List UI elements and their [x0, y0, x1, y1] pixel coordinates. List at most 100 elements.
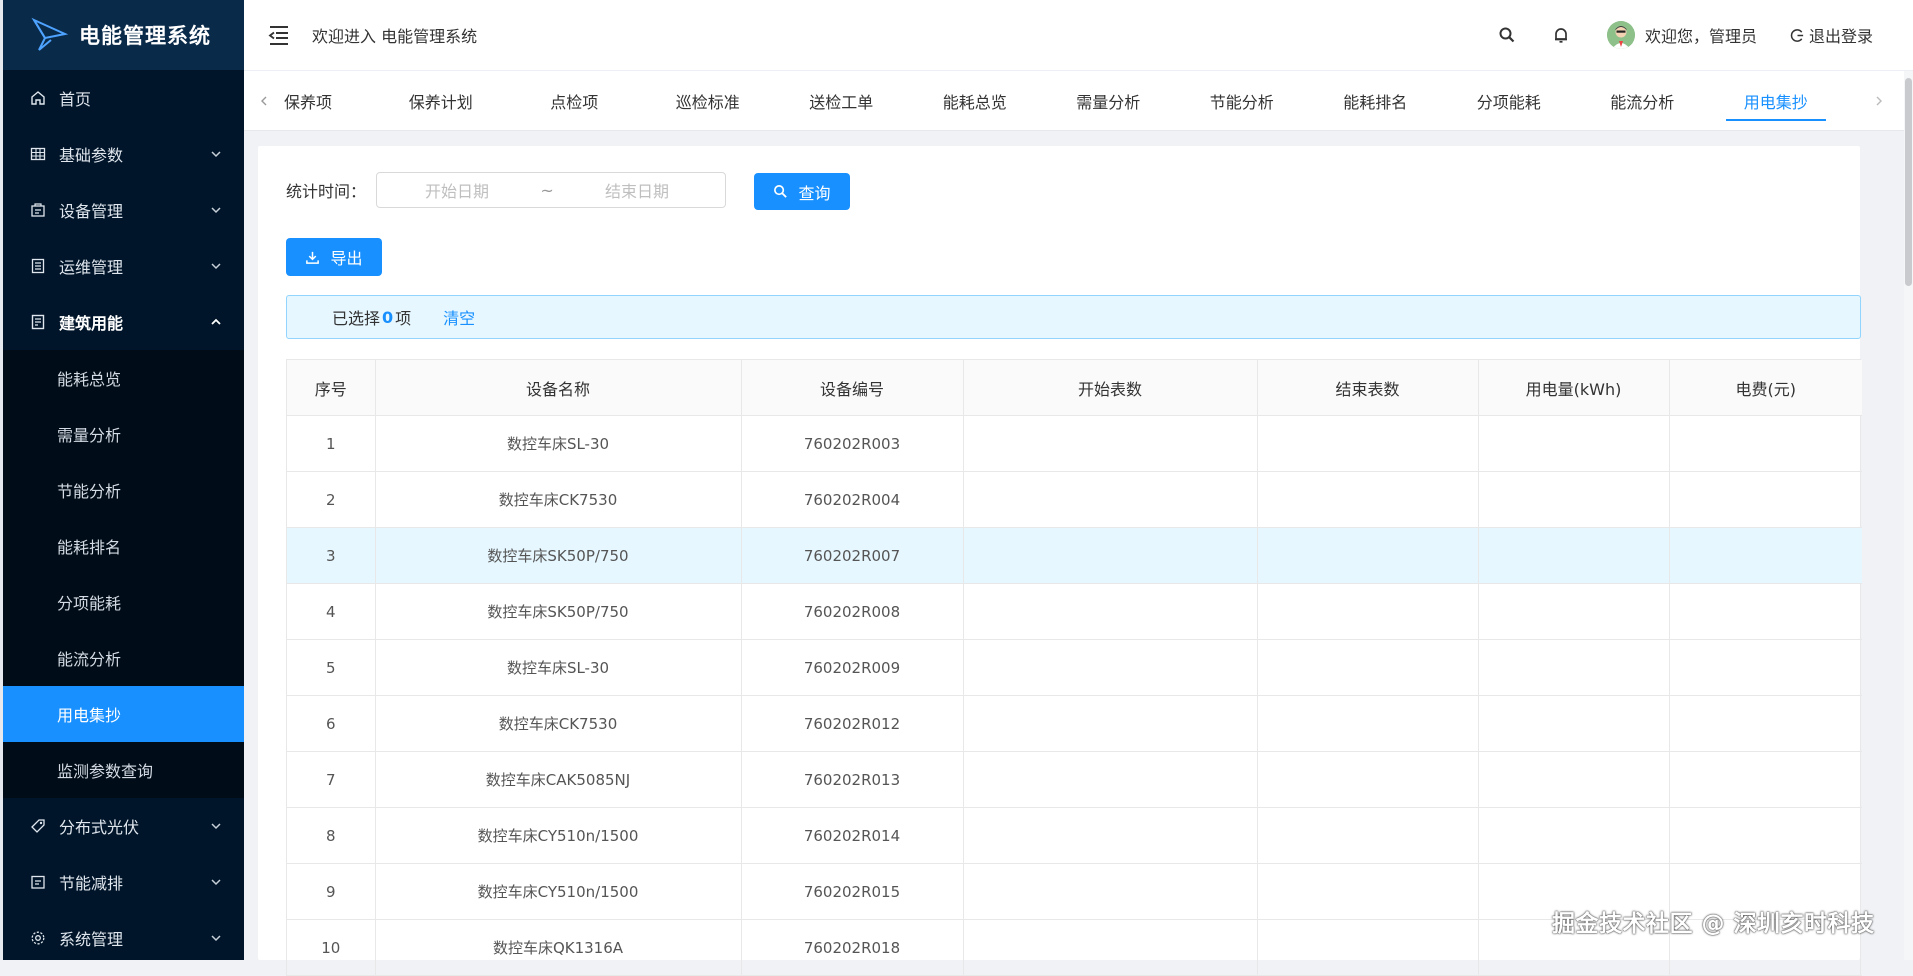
- table-row[interactable]: 6 数控车床CK7530 760202R012: [287, 695, 1862, 752]
- table-row[interactable]: 5 数控车床SL-30 760202R009: [287, 639, 1862, 696]
- cell-code: 760202R008: [741, 583, 964, 640]
- date-range-picker[interactable]: 开始日期 ~ 结束日期: [376, 172, 727, 208]
- cell-no: 2: [287, 471, 376, 528]
- submenu-item-energy-overview[interactable]: 能耗总览: [3, 350, 244, 406]
- sidebar-item-operations[interactable]: 运维管理: [3, 238, 244, 294]
- sidebar-item-label: 运维管理: [59, 258, 124, 277]
- start-date-input[interactable]: 开始日期: [377, 178, 537, 202]
- column-header-code[interactable]: 设备编号: [741, 360, 964, 416]
- top-header: 欢迎进入 电能管理系统 欢迎您，管理员 退出登录: [244, 0, 1913, 71]
- tab-scroll-right[interactable]: [1854, 71, 1904, 130]
- cell-code: 760202R015: [741, 863, 964, 920]
- tab-energy-flow[interactable]: 能流分析: [1576, 71, 1710, 130]
- page-scrollbar-thumb[interactable]: [1905, 78, 1912, 286]
- cell-start: [963, 639, 1258, 696]
- table-row-hovered[interactable]: 3 数控车床SK50P/750 760202R007: [287, 527, 1862, 584]
- column-header-start-reading[interactable]: 开始表数: [963, 360, 1258, 416]
- cell-end: [1257, 527, 1479, 584]
- selection-prefix: 已选择: [332, 309, 381, 328]
- sidebar-item-home[interactable]: 首页: [3, 70, 244, 126]
- table-row[interactable]: 7 数控车床CAK5085NJ 760202R013: [287, 751, 1862, 808]
- sidebar-item-energy-saving[interactable]: 节能减排: [3, 854, 244, 910]
- tab-spot-check-item[interactable]: 点检项: [508, 71, 642, 130]
- tab-demand-analysis[interactable]: 需量分析: [1042, 71, 1176, 130]
- column-header-end-reading[interactable]: 结束表数: [1257, 360, 1479, 416]
- tab-itemized-energy[interactable]: 分项能耗: [1442, 71, 1576, 130]
- filter-row: 统计时间： 开始日期 ~ 结束日期: [286, 172, 727, 208]
- chevron-down-icon: [211, 263, 221, 270]
- logout-button[interactable]: 退出登录: [1790, 23, 1873, 47]
- cell-fee: [1669, 583, 1862, 640]
- tab-meter-reading[interactable]: 用电集抄: [1709, 71, 1843, 130]
- submenu-item-saving-analysis[interactable]: 节能分析: [3, 462, 244, 518]
- submenu-building-energy: 能耗总览 需量分析 节能分析 能耗排名 分项能耗 能流分析 用电集抄 监测参数查…: [3, 350, 244, 798]
- tab-scroll-left[interactable]: [244, 71, 284, 130]
- sidebar-item-device-management[interactable]: 设备管理: [3, 182, 244, 238]
- cell-code: 760202R004: [741, 471, 964, 528]
- cell-code: 760202R012: [741, 695, 964, 752]
- export-button-label: 导出: [330, 249, 363, 268]
- table-row[interactable]: 8 数控车床CY510n/1500 760202R014: [287, 807, 1862, 864]
- cell-kwh: [1478, 583, 1670, 640]
- table-grid-icon: [29, 145, 47, 163]
- export-button[interactable]: 导出: [286, 238, 382, 276]
- sidebar-item-building-energy[interactable]: 建筑用能: [3, 294, 244, 350]
- submenu-item-monitor-query[interactable]: 监测参数查询: [3, 742, 244, 798]
- cell-no: 5: [287, 639, 376, 696]
- cell-kwh: [1478, 751, 1670, 808]
- cell-fee: [1669, 807, 1862, 864]
- column-header-kwh[interactable]: 用电量(kWh): [1478, 360, 1670, 416]
- end-date-input[interactable]: 结束日期: [557, 178, 717, 202]
- sidebar-item-system-management[interactable]: 系统管理: [3, 910, 244, 960]
- table-row[interactable]: 2 数控车床CK7530 760202R004: [287, 471, 1862, 528]
- submenu-item-demand-analysis[interactable]: 需量分析: [3, 406, 244, 462]
- tab-list: 保养项 保养计划 点检项 巡检标准 送检工单 能耗总览 需量分析 节能分析 能耗…: [284, 71, 1854, 130]
- tab-inspection-standard[interactable]: 巡检标准: [641, 71, 775, 130]
- cell-start: [963, 863, 1258, 920]
- tab-saving-analysis[interactable]: 节能分析: [1175, 71, 1309, 130]
- menu-fold-icon[interactable]: [266, 22, 292, 48]
- avatar[interactable]: [1606, 21, 1635, 49]
- filter-label: 统计时间：: [286, 182, 367, 201]
- submenu-item-energy-ranking[interactable]: 能耗排名: [3, 518, 244, 574]
- cell-name: 数控车床CY510n/1500: [375, 807, 742, 864]
- submenu-item-energy-flow[interactable]: 能流分析: [3, 630, 244, 686]
- chevron-left-icon: [261, 96, 267, 105]
- table-row[interactable]: 4 数控车床SK50P/750 760202R008: [287, 583, 1862, 640]
- cell-end: [1257, 751, 1479, 808]
- sidebar-item-label: 设备管理: [59, 202, 124, 221]
- query-button[interactable]: 查询: [754, 173, 850, 210]
- column-header-no[interactable]: 序号: [287, 360, 376, 416]
- cell-kwh: [1478, 695, 1670, 752]
- logo[interactable]: 电能管理系统: [3, 0, 244, 70]
- watermark: 掘金技术社区 @ 深圳亥时科技: [1552, 911, 1875, 937]
- sidebar-item-distributed-pv[interactable]: 分布式光伏: [3, 798, 244, 854]
- user-greeting[interactable]: 欢迎您，管理员: [1645, 23, 1757, 47]
- building-icon: [29, 313, 47, 331]
- sidebar-item-basic-params[interactable]: 基础参数: [3, 126, 244, 182]
- table-row[interactable]: 1 数控车床SL-30 760202R003: [287, 415, 1862, 472]
- tab-maintenance-item[interactable]: 保养项: [284, 71, 374, 130]
- tab-energy-ranking[interactable]: 能耗排名: [1309, 71, 1443, 130]
- cell-fee: [1669, 751, 1862, 808]
- submenu-item-meter-reading[interactable]: 用电集抄: [3, 686, 244, 742]
- tab-inspection-order[interactable]: 送检工单: [775, 71, 909, 130]
- search-icon[interactable]: [1497, 25, 1517, 45]
- table-header-row: 序号 设备名称 设备编号 开始表数 结束表数 用电量(kWh) 电费(元): [287, 360, 1862, 416]
- cell-name: 数控车床SL-30: [375, 639, 742, 696]
- tab-energy-overview[interactable]: 能耗总览: [908, 71, 1042, 130]
- bell-icon[interactable]: [1551, 25, 1571, 45]
- submenu-item-itemized-energy[interactable]: 分项能耗: [3, 574, 244, 630]
- tab-maintenance-plan[interactable]: 保养计划: [374, 71, 508, 130]
- content-card: 统计时间： 开始日期 ~ 结束日期 查询 导出 已选择 0 项 清空 序号 设备…: [258, 146, 1862, 976]
- bird-logo-icon: [31, 17, 69, 51]
- cell-kwh: [1478, 639, 1670, 696]
- cell-code: 760202R007: [741, 527, 964, 584]
- sidebar-item-label: 基础参数: [59, 146, 124, 165]
- column-header-fee[interactable]: 电费(元): [1669, 360, 1862, 416]
- clear-selection-link[interactable]: 清空: [443, 305, 475, 329]
- query-button-label: 查询: [798, 183, 831, 203]
- gear-icon: [29, 929, 47, 947]
- cell-no: 7: [287, 751, 376, 808]
- column-header-name[interactable]: 设备名称: [375, 360, 742, 416]
